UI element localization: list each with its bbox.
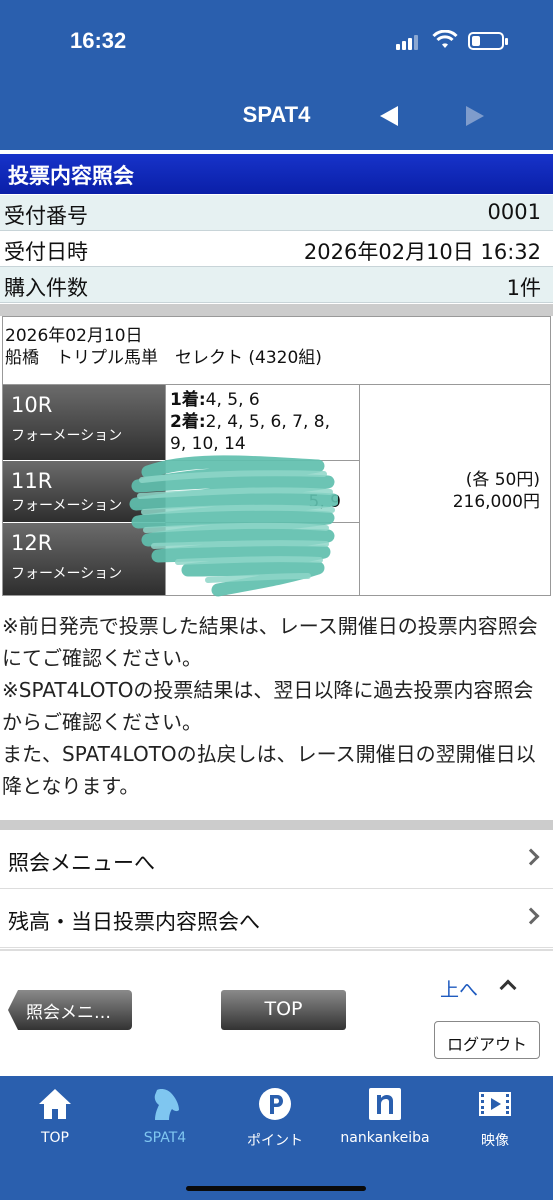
chevron-up-icon[interactable] [499, 979, 517, 997]
unit-amount: (各 50円) [465, 470, 540, 490]
note-text: ※SPAT4LOTOの投票結果は、翌日以降に過去投票内容照会からご確認ください。 [2, 678, 534, 734]
tab-top[interactable]: TOP [0, 1076, 110, 1200]
video-icon [479, 1092, 511, 1116]
redaction-scribble [129, 455, 338, 597]
divider [0, 304, 553, 316]
receipt-datetime-row: 受付日時 2026年02月10日 16:32 [0, 231, 553, 267]
tab-label: 映像 [481, 1133, 509, 1149]
next-arrow-icon[interactable] [466, 106, 484, 126]
chevron-right-icon [522, 848, 540, 866]
receipt-datetime-label: 受付日時 [4, 240, 88, 264]
note-text: ※前日発売で投票した結果は、レース開催日の投票内容照会にてご確認ください。 [2, 614, 538, 670]
combo-cell-10r: 1着:4, 5, 6 2着:2, 4, 5, 6, 7, 8, 9, 10, 1… [165, 385, 359, 461]
top-button[interactable]: TOP [221, 990, 346, 1030]
inquiry-menu-label: 照会メニューへ [8, 851, 155, 875]
clock: 16:32 [70, 28, 127, 53]
first-place-label: 1着: [170, 390, 206, 410]
total-amount: 216,000円 [452, 492, 540, 512]
prev-arrow-icon[interactable] [380, 106, 398, 126]
page-title: 投票内容照会 [0, 154, 553, 194]
battery-icon [468, 32, 508, 50]
status-bar: 16:32 [0, 0, 553, 80]
inquiry-menu-link[interactable]: 照会メニューへ [0, 831, 553, 889]
scroll-up-link[interactable]: 上へ [440, 975, 478, 1002]
point-icon [259, 1088, 291, 1120]
receipt-number-value: 0001 [487, 200, 541, 224]
bet-header: 2026年02月10日 船橋 トリプル馬単 セレクト (4320組) [3, 317, 550, 385]
race-cell-10r: 10R フォーメーション [3, 385, 165, 461]
purchase-count-row: 購入件数 1件 [0, 267, 553, 303]
tab-video[interactable]: 映像 [440, 1076, 550, 1200]
second-place-label: 2着: [170, 412, 206, 432]
bet-type: フォーメーション [11, 428, 123, 444]
chevron-right-icon [522, 907, 540, 925]
home-indicator [186, 1186, 366, 1191]
purchase-count-value: 1件 [506, 276, 541, 300]
amount-cell: (各 50円) 216,000円 [359, 385, 550, 595]
race-number: 11R [11, 469, 53, 493]
race-number: 10R [11, 393, 53, 417]
bet-type: フォーメーション [11, 498, 123, 514]
tab-spat4[interactable]: SPAT4 [110, 1076, 220, 1200]
balance-inquiry-link[interactable]: 残高・当日投票内容照会へ [0, 890, 553, 948]
tab-label: ポイント [247, 1133, 303, 1149]
logout-button[interactable]: ログアウト [434, 1021, 540, 1059]
receipt-number-row: 受付番号 0001 [0, 195, 553, 231]
tab-label: TOP [40, 1130, 69, 1146]
tab-label: nankankeiba [340, 1130, 430, 1146]
tab-point[interactable]: ポイント [220, 1076, 330, 1200]
race-number: 12R [11, 531, 53, 555]
divider [0, 949, 553, 951]
back-to-inquiry-menu-button[interactable]: 照会メニ… [8, 990, 132, 1030]
notes: ※前日発売で投票した結果は、レース開催日の投票内容照会にてご確認ください。 ※S… [2, 610, 551, 802]
purchase-count-label: 購入件数 [4, 276, 88, 300]
bet-description: 船橋 トリプル馬単 セレクト (4320組) [5, 348, 322, 368]
home-icon [39, 1089, 71, 1119]
tab-label: SPAT4 [143, 1130, 187, 1146]
tab-nankankeiba[interactable]: nankankeiba [330, 1076, 440, 1200]
bet-type: フォーメーション [11, 566, 123, 582]
nankankeiba-icon [369, 1088, 401, 1120]
wifi-icon [432, 30, 458, 48]
note-text: また、SPAT4LOTOの払戻しは、レース開催日の翌開催日以降となります。 [2, 742, 536, 798]
receipt-datetime-value: 2026年02月10日 16:32 [303, 240, 541, 264]
receipt-number-label: 受付番号 [4, 204, 88, 228]
horse-head-icon [154, 1089, 179, 1120]
bet-date: 2026年02月10日 [5, 326, 143, 346]
tab-bar: TOP SPAT4 ポイント nankankeiba 映像 [0, 1076, 553, 1200]
app-header: 16:32 SPAT4 [0, 0, 553, 150]
cellular-signal-icon [396, 34, 422, 50]
balance-inquiry-label: 残高・当日投票内容照会へ [8, 910, 260, 934]
divider [0, 820, 553, 830]
first-place-values: 4, 5, 6 [205, 390, 260, 410]
second-place-values: 2, 4, 5, 6, 7, 8, [205, 412, 330, 432]
